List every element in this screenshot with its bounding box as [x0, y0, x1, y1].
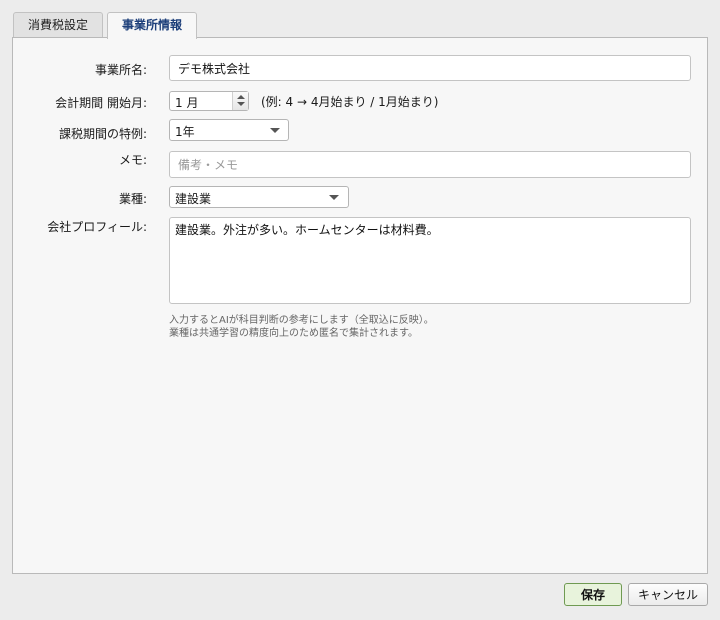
save-button[interactable]: 保存	[564, 583, 622, 606]
cancel-button[interactable]: キャンセル	[628, 583, 708, 606]
memo-input[interactable]	[169, 151, 691, 178]
profile-note: 入力するとAIが科目判断の参考にします（全取込に反映）。 業種は共通学習の精度向…	[169, 314, 434, 340]
tab-consumption-tax[interactable]: 消費税設定	[13, 12, 104, 38]
fiscal-start-value: 1 月	[175, 96, 199, 110]
tab-bar: 消費税設定 事業所情報	[13, 12, 201, 39]
dropdown-caret-icon	[270, 128, 280, 133]
office-name-input[interactable]	[169, 55, 691, 81]
industry-label: 業種:	[118, 192, 147, 206]
industry-value: 建設業	[175, 192, 212, 206]
tax-period-select[interactable]: 1年	[169, 119, 289, 141]
chevron-up-icon[interactable]	[237, 95, 245, 99]
stepper-arrows[interactable]	[232, 92, 248, 110]
memo-label: メモ:	[118, 153, 147, 167]
dropdown-caret-icon	[329, 195, 339, 200]
tax-period-value: 1年	[175, 125, 195, 139]
fiscal-start-stepper[interactable]: 1 月	[169, 91, 249, 111]
tax-period-label: 課税期間の特例:	[58, 127, 147, 141]
tab-office-info[interactable]: 事業所情報	[107, 12, 198, 39]
fiscal-start-label: 会計期間 開始月:	[55, 96, 147, 110]
fiscal-start-hint: (例: 4 → 4月始まり / 1月始まり)	[261, 95, 439, 109]
note-line: 入力するとAIが科目判断の参考にします（全取込に反映）。	[169, 315, 434, 326]
office-name-label: 事業所名:	[94, 63, 147, 77]
industry-select[interactable]: 建設業	[169, 186, 349, 208]
office-info-panel: 事業所名: 会計期間 開始月: 1 月 (例: 4 → 4月始まり / 1月始ま…	[12, 37, 708, 574]
profile-textarea[interactable]: 建設業。外注が多い。ホームセンターは材料費。	[169, 217, 691, 304]
chevron-down-icon[interactable]	[237, 102, 245, 106]
note-line: 業種は共通学習の精度向上のため匿名で集計されます。	[169, 328, 418, 339]
profile-label: 会社プロフィール:	[47, 220, 147, 234]
